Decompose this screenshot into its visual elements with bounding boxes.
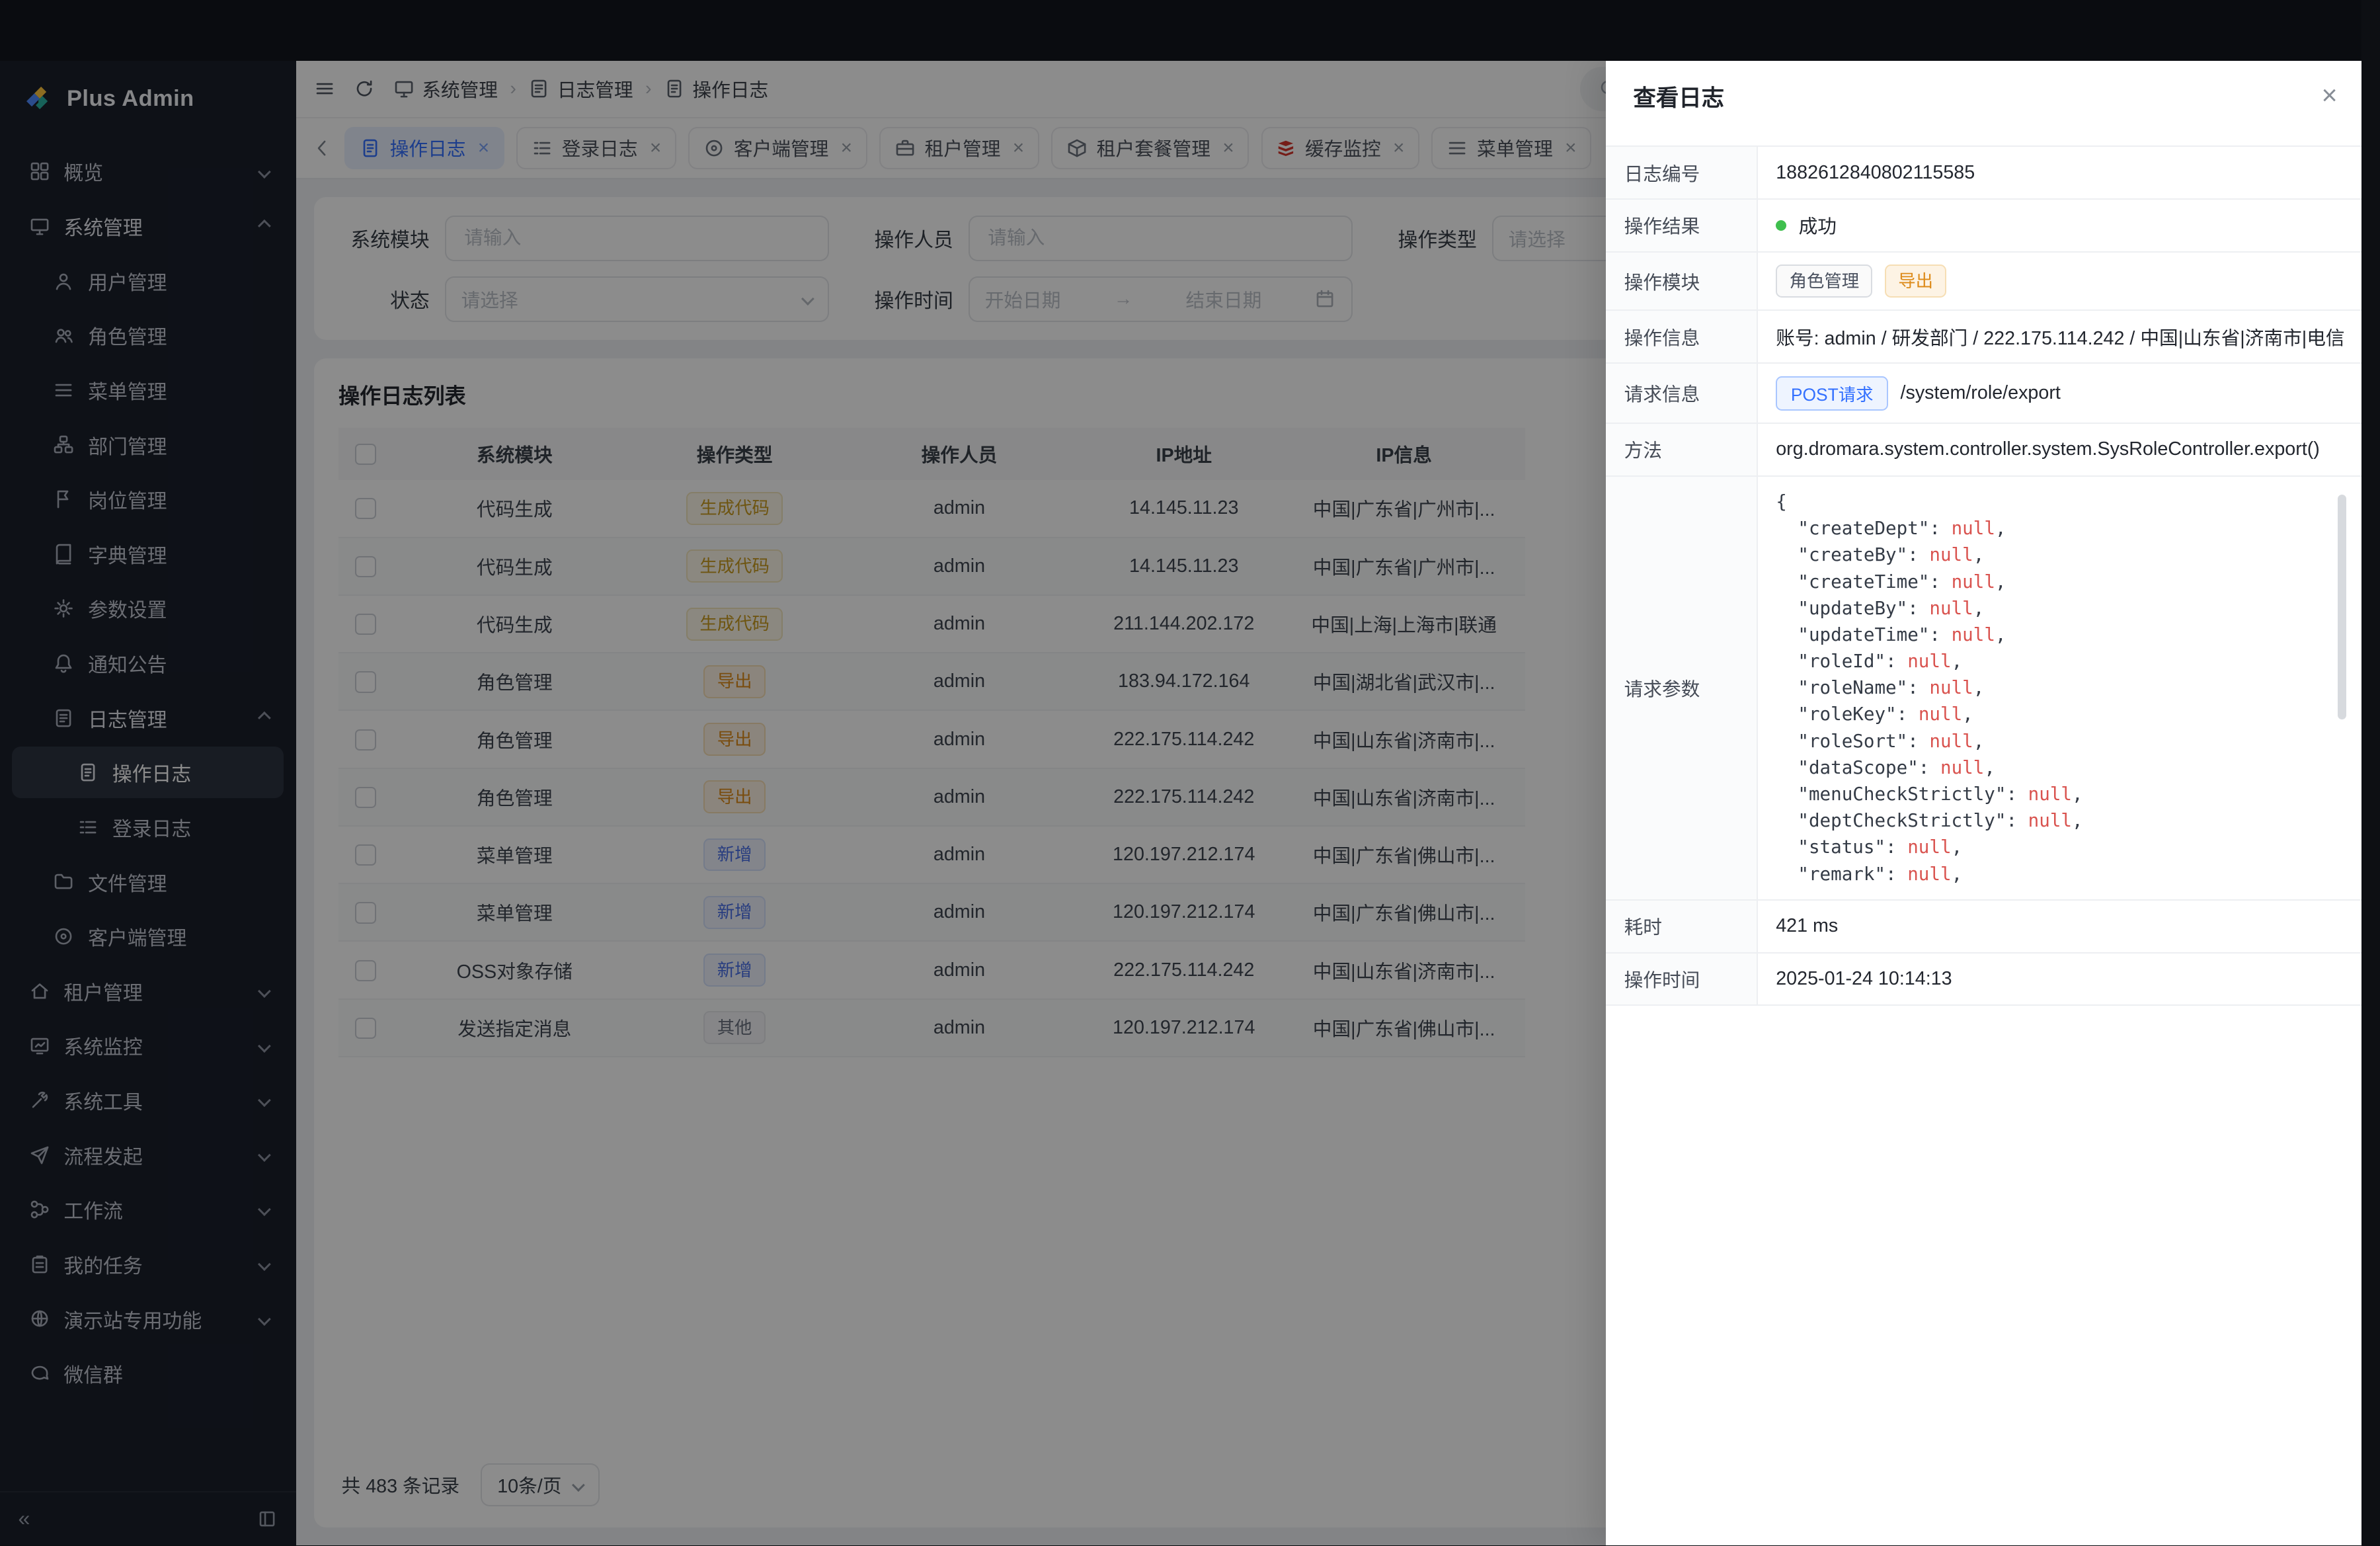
detail-value: 421 ms: [1758, 901, 2362, 952]
close-icon[interactable]: ×: [2322, 82, 2338, 109]
detail-value: POST请求/system/role/export: [1758, 364, 2362, 423]
detail-value: 2025-01-24 10:14:13: [1758, 954, 2362, 1005]
scrollbar[interactable]: [2338, 492, 2347, 884]
detail-label: 日志编号: [1606, 147, 1758, 198]
detail-text: org.dromara.system.controller.system.Sys…: [1776, 438, 2320, 460]
post-request-badge: POST请求: [1776, 376, 1888, 411]
json-params-box[interactable]: { "createDept": null, "createBy": null, …: [1776, 489, 2346, 887]
window-scrollbar-gutter: [2361, 0, 2380, 1545]
detail-text: 421 ms: [1776, 915, 1838, 937]
json-code: { "createDept": null, "createBy": null, …: [1776, 489, 2346, 887]
request-path: /system/role/export: [1901, 382, 2061, 404]
app-window: Plus Admin 概览系统管理用户管理角色管理菜单管理部门管理岗位管理字典管…: [0, 61, 2380, 1545]
detail-row: 耗时 421 ms: [1606, 901, 2361, 954]
detail-text: 1882612840802115585: [1776, 162, 1975, 184]
detail-value: 成功: [1758, 200, 2362, 251]
module-tag: 角色管理: [1776, 264, 1872, 298]
drawer-title: 查看日志: [1633, 79, 1724, 112]
detail-row: 操作结果 成功: [1606, 200, 2361, 253]
log-details: 日志编号1882612840802115585操作结果成功操作模块角色管理导出操…: [1606, 145, 2361, 1006]
detail-label: 操作信息: [1606, 311, 1758, 362]
detail-value: 1882612840802115585: [1758, 147, 2362, 198]
page: { "app": {"name": "Plus Admin"}, "sideba…: [0, 0, 2380, 1545]
detail-row: 请求信息POST请求/system/role/export: [1606, 364, 2361, 424]
view-log-drawer: 查看日志 × 日志编号 1882612840802115585 操作结果 成功操作模块…: [1606, 61, 2361, 1545]
detail-label: 请求信息: [1606, 364, 1758, 423]
detail-label: 操作模块: [1606, 253, 1758, 310]
status-text: 成功: [1799, 212, 1837, 239]
detail-label: 操作时间: [1606, 954, 1758, 1005]
detail-text: 账号: admin / 研发部门 / 222.175.114.242 / 中国|…: [1776, 323, 2344, 350]
detail-label: 耗时: [1606, 901, 1758, 952]
detail-row: 操作时间 2025-01-24 10:14:13: [1606, 954, 2361, 1006]
success-dot: [1776, 220, 1786, 231]
detail-row: 方法 org.dromara.system.controller.system.S…: [1606, 424, 2361, 477]
detail-label: 方法: [1606, 424, 1758, 475]
detail-row: 操作信息账号: admin / 研发部门 / 222.175.114.242 /…: [1606, 311, 2361, 364]
detail-value: 角色管理导出: [1758, 253, 2362, 310]
detail-row: 请求参数{ "createDept": null, "createBy": nu…: [1606, 477, 2361, 901]
drawer-header: 查看日志 ×: [1606, 61, 2361, 131]
detail-value: org.dromara.system.controller.system.Sys…: [1758, 424, 2362, 475]
detail-label: 操作结果: [1606, 200, 1758, 251]
detail-row: 操作模块角色管理导出: [1606, 253, 2361, 311]
module-tag: 导出: [1885, 264, 1947, 298]
scrollbar-thumb[interactable]: [2338, 495, 2347, 719]
detail-value: 账号: admin / 研发部门 / 222.175.114.242 / 中国|…: [1758, 311, 2362, 362]
detail-row: 日志编号 1882612840802115585: [1606, 147, 2361, 200]
detail-value: { "createDept": null, "createBy": null, …: [1758, 477, 2362, 899]
detail-text: 2025-01-24 10:14:13: [1776, 968, 1952, 990]
detail-label: 请求参数: [1606, 477, 1758, 899]
